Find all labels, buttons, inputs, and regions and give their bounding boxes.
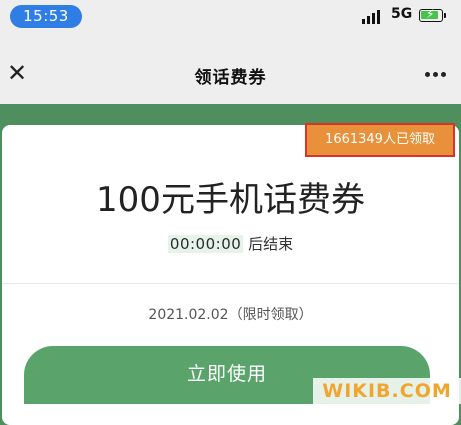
signal-icon (362, 10, 384, 24)
status-time: 15:53 (10, 5, 82, 28)
claimed-count-badge: 1661349人已领取 (305, 123, 455, 157)
countdown-row: 00:00:00 后结束 (0, 233, 461, 254)
divider (2, 283, 459, 284)
battery-icon: ⚡ (419, 7, 446, 22)
watermark: WIKIB.COM (313, 378, 461, 404)
page-title: 领话费券 (194, 68, 267, 88)
countdown-timer: 00:00:00 (167, 235, 244, 253)
countdown-suffix: 后结束 (248, 235, 294, 253)
more-icon[interactable] (425, 72, 447, 78)
coupon-title: 100元手机话费券 (96, 180, 365, 220)
network-type: 5G (391, 6, 413, 22)
top-bar: 15:53 5G ⚡ ✕ 领话费券 (0, 0, 461, 104)
date-info: 2021.02.02（限时领取） (148, 307, 313, 323)
